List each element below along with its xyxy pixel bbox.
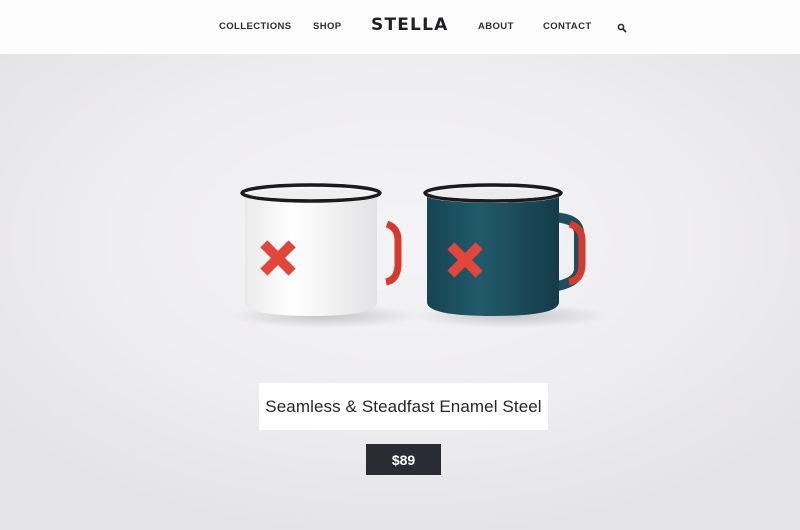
product-title-card[interactable]: Seamless & Steadfast Enamel Steel [259, 383, 548, 430]
product-price-button[interactable]: $89 [366, 444, 441, 475]
nav-about-link[interactable]: ABOUT [478, 21, 514, 33]
brand-logo[interactable]: STELLA [371, 14, 448, 36]
nav-shop-link[interactable]: SHOP [313, 21, 342, 33]
product-price: $89 [391, 451, 416, 468]
search-icon[interactable] [615, 21, 629, 35]
teal-mug [423, 183, 586, 316]
nav-collections-link[interactable]: COLLECTIONS [219, 21, 291, 33]
white-mug [240, 183, 402, 316]
nav-contact-link[interactable]: CONTACT [543, 21, 592, 33]
product-image [225, 170, 610, 350]
product-title: Seamless & Steadfast Enamel Steel [265, 396, 542, 416]
top-navigation: COLLECTIONS SHOP STELLA ABOUT CONTACT [0, 0, 800, 54]
